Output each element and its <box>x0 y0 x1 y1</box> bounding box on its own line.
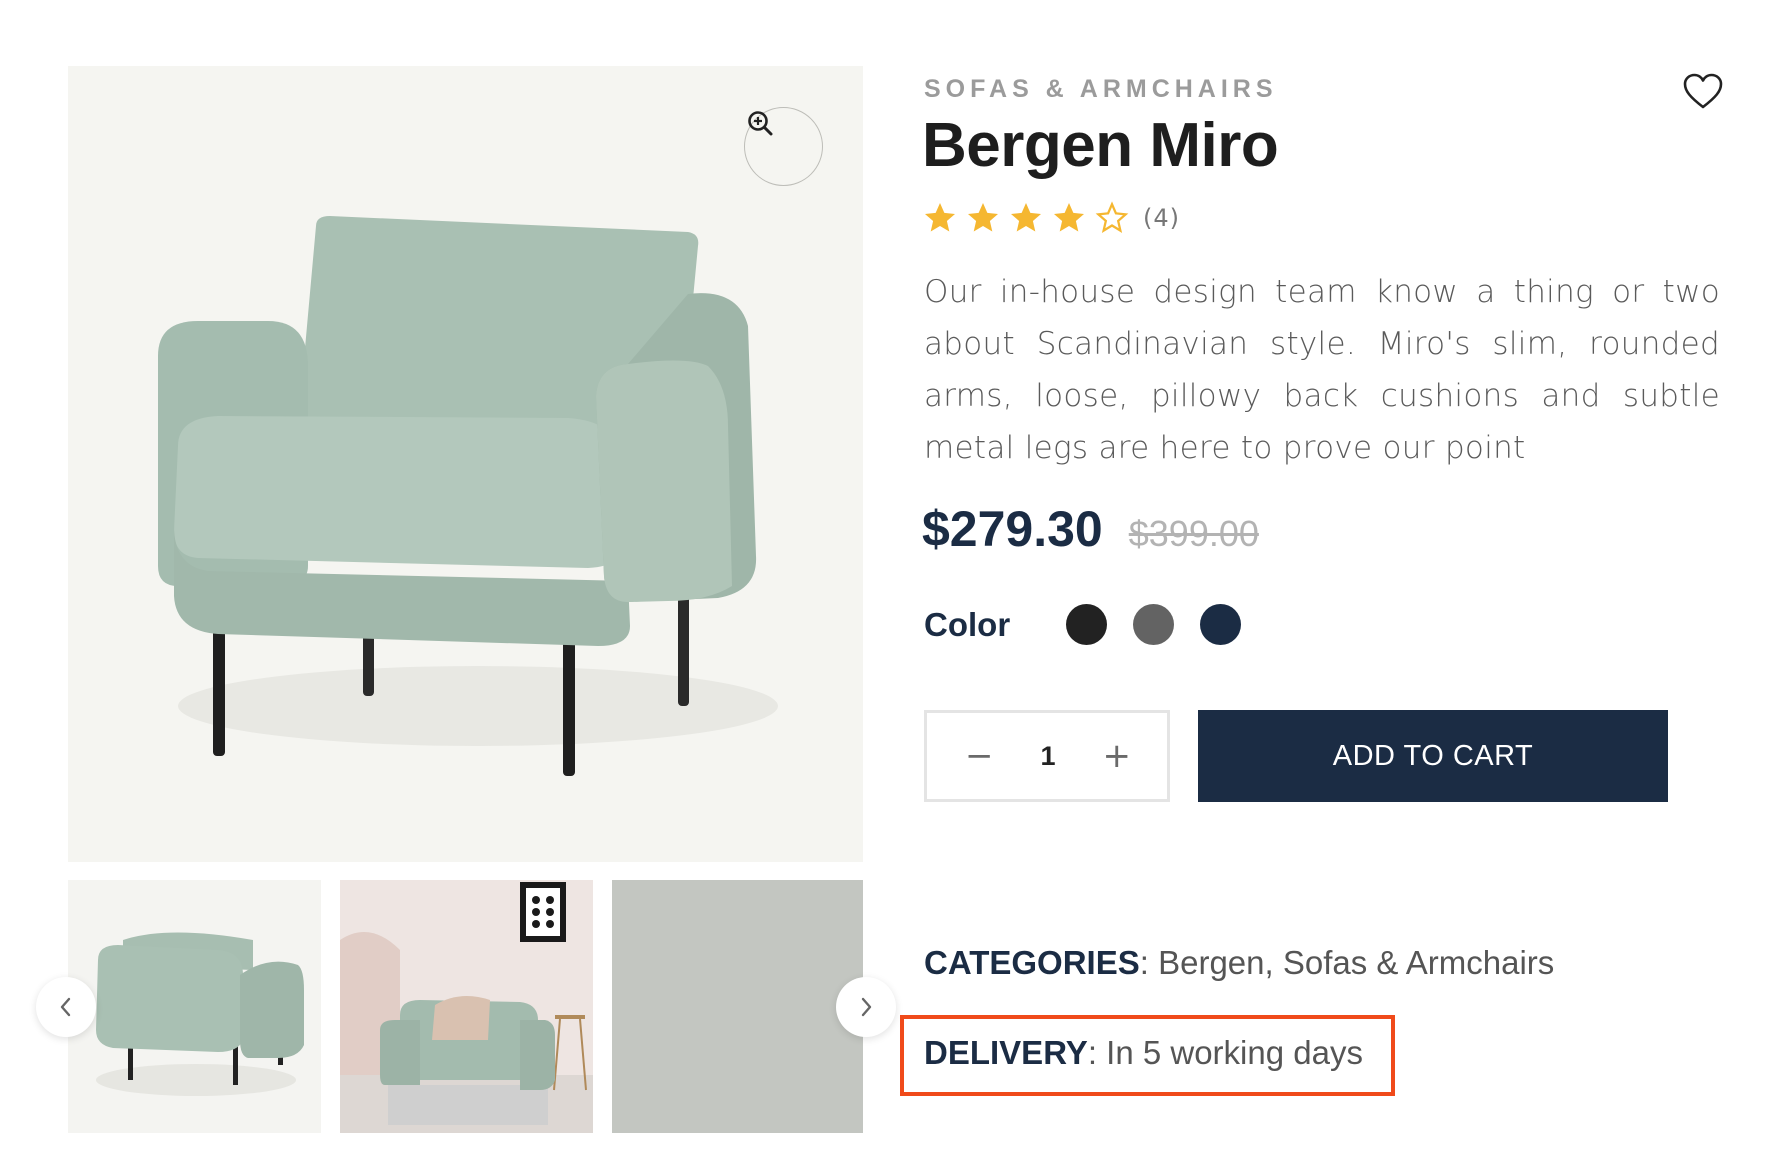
quantity-increment-button[interactable]: + <box>1103 739 1132 773</box>
product-title: Bergen Miro <box>922 111 1279 180</box>
price-original: $399.00 <box>1128 513 1259 554</box>
armchair-illustration <box>158 216 778 776</box>
star-filled-icon <box>925 203 955 232</box>
product-categories: CATEGORIES: Bergen, Sofas & Armchairs <box>924 944 1554 982</box>
chevron-right-icon <box>861 997 872 1017</box>
fabric-texture-image <box>612 880 863 1133</box>
add-to-cart-button[interactable]: ADD TO CART <box>1198 710 1668 802</box>
product-description: Our in-house design team know a thing or… <box>924 274 1720 466</box>
heart-icon <box>1683 73 1723 109</box>
color-swatch-black[interactable] <box>1066 604 1108 645</box>
thumbnail-back-view[interactable] <box>68 880 321 1133</box>
zoom-button[interactable] <box>744 107 823 186</box>
wishlist-button[interactable] <box>1682 72 1724 112</box>
quantity-input[interactable]: 1 <box>1040 741 1055 772</box>
delivery-value: : In 5 working days <box>1087 1034 1363 1071</box>
product-main-image <box>68 66 863 862</box>
thumbnail-room-view[interactable] <box>340 880 593 1133</box>
product-rating[interactable]: (4) <box>922 200 1180 236</box>
color-label: Color <box>924 605 1011 643</box>
color-swatch-navy[interactable] <box>1200 604 1242 645</box>
gallery-prev-button[interactable] <box>36 977 96 1037</box>
quantity-decrement-button[interactable]: − <box>965 739 994 773</box>
star-filled-icon <box>1054 203 1084 232</box>
chevron-left-icon <box>60 997 71 1017</box>
star-empty-icon <box>1095 201 1129 233</box>
star-filled-icon <box>968 203 998 232</box>
gallery-next-button[interactable] <box>836 977 896 1037</box>
quantity-stepper: − 1 + <box>924 710 1170 802</box>
zoom-in-icon <box>748 111 773 136</box>
price-current: $279.30 <box>922 501 1103 557</box>
categories-value[interactable]: : Bergen, Sofas & Armchairs <box>1140 944 1555 981</box>
color-selector: Color <box>924 604 1267 645</box>
review-count: (4) <box>1143 204 1180 232</box>
delivery-label: DELIVERY <box>924 1034 1088 1071</box>
thumbnail-fabric-swatch[interactable] <box>612 880 863 1133</box>
armchair-room-image <box>340 880 593 1133</box>
product-category[interactable]: SOFAS & ARMCHAIRS <box>924 75 1278 104</box>
product-delivery: DELIVERY: In 5 working days <box>924 1034 1363 1072</box>
color-swatch-grey[interactable] <box>1133 604 1175 645</box>
armchair-back-image <box>96 932 304 1096</box>
price-block: $279.30 $399.00 <box>922 500 1259 558</box>
star-filled-icon <box>1011 203 1041 232</box>
categories-label: CATEGORIES <box>924 944 1140 981</box>
